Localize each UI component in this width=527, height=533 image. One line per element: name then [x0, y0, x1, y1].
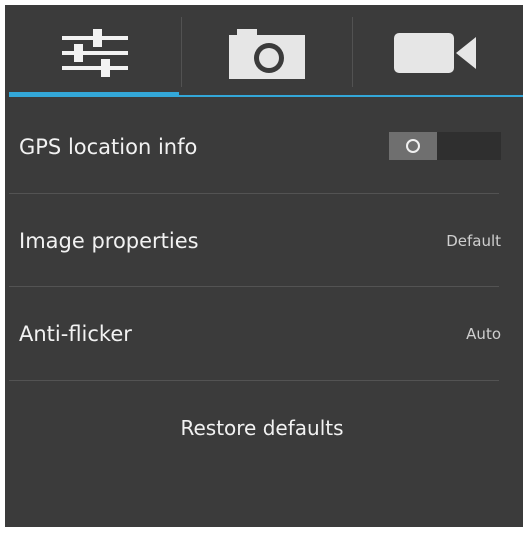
gps-location-toggle[interactable] — [389, 132, 501, 160]
anti-flicker-setting[interactable]: Anti-flicker Auto — [9, 287, 501, 380]
image-properties-value: Default — [446, 231, 501, 250]
tab-indicator-track — [179, 95, 523, 97]
anti-flicker-label: Anti-flicker — [19, 321, 132, 346]
anti-flicker-value: Auto — [466, 324, 501, 343]
gps-location-label: GPS location info — [19, 134, 198, 159]
gps-location-setting[interactable]: GPS location info — [9, 100, 501, 193]
tab-selected-indicator — [9, 92, 179, 97]
camera-icon — [228, 28, 305, 79]
tab-general-settings[interactable] — [9, 5, 181, 100]
tab-photo-settings[interactable] — [181, 5, 352, 100]
restore-defaults-button[interactable]: Restore defaults — [9, 381, 515, 474]
camera-settings-panel: GPS location info Image properties Defau… — [5, 5, 523, 527]
settings-sliders-icon — [62, 28, 128, 77]
settings-tab-bar — [5, 5, 523, 100]
image-properties-setting[interactable]: Image properties Default — [9, 194, 501, 287]
image-properties-label: Image properties — [19, 228, 199, 253]
tab-video-settings[interactable] — [352, 5, 523, 100]
video-camera-icon — [393, 32, 476, 73]
toggle-off-thumb — [389, 132, 437, 160]
toggle-off-icon — [406, 139, 420, 153]
